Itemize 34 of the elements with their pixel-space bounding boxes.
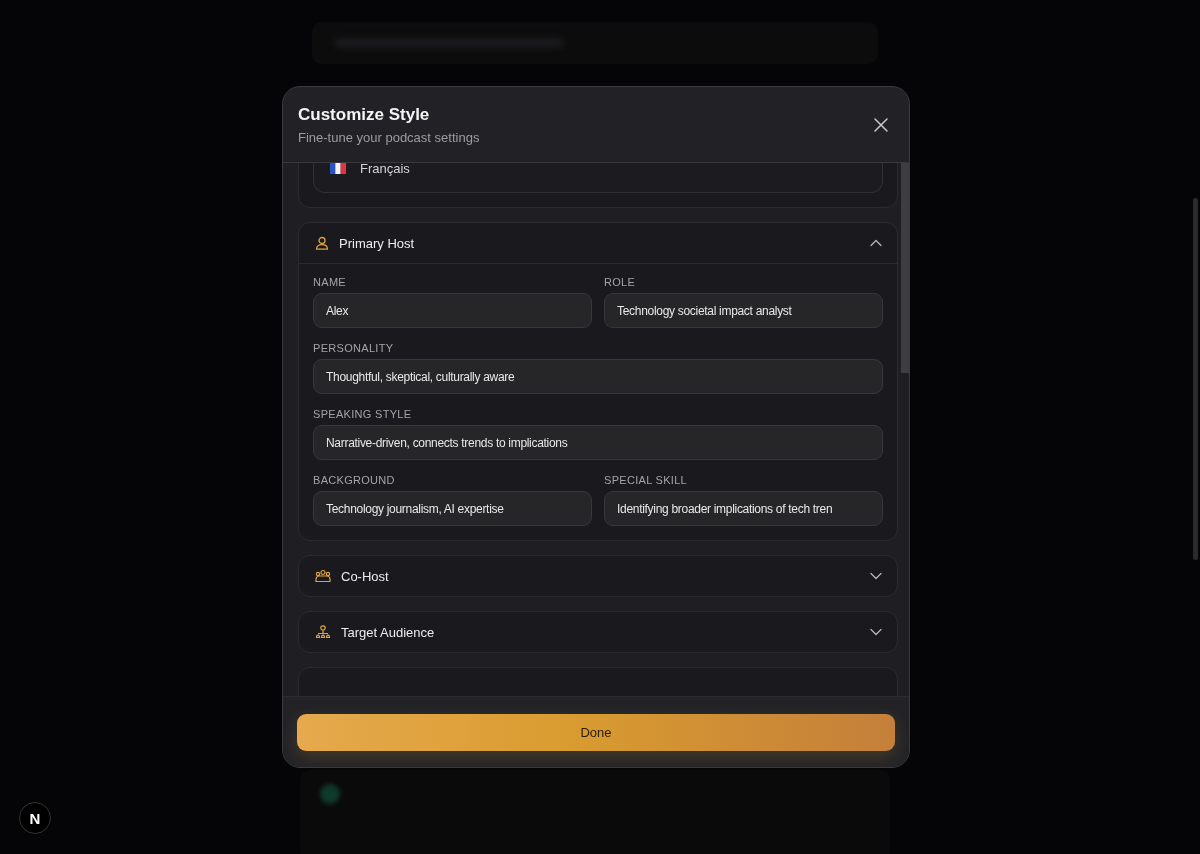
input-field[interactable]: Alex bbox=[313, 293, 592, 328]
language-label: Français bbox=[360, 163, 410, 176]
done-button[interactable]: Done bbox=[297, 713, 895, 751]
field-label: SPECIAL SKILL bbox=[604, 474, 688, 486]
dialog-subtitle: Fine-tune your podcast settings bbox=[298, 129, 480, 145]
field-label: PERSONALITY bbox=[313, 342, 395, 354]
scrollbar[interactable] bbox=[1193, 198, 1198, 560]
scrollbar[interactable] bbox=[901, 163, 909, 373]
chevron-up-icon bbox=[870, 239, 882, 247]
field-label: NAME bbox=[313, 276, 347, 288]
section-title: Target Audience bbox=[341, 624, 436, 640]
input-field[interactable]: Thoughtful, skeptical, culturally aware bbox=[313, 359, 883, 394]
section-title: Co-Host bbox=[341, 568, 390, 584]
chevron-down-icon bbox=[870, 572, 882, 580]
language-option[interactable]: Français bbox=[313, 163, 883, 193]
input-field[interactable]: Technology societal impact analyst bbox=[604, 293, 883, 328]
field-label: ROLE bbox=[604, 276, 637, 288]
people-group-icon bbox=[315, 569, 331, 583]
field-label: SPEAKING STYLE bbox=[313, 408, 413, 420]
input-field[interactable]: Identifying broader implications of tech tren bbox=[604, 491, 883, 526]
section-header[interactable]: Target Audience bbox=[299, 612, 897, 652]
input-field[interactable]: Narrative-driven, connects trends to implications bbox=[313, 425, 883, 460]
section-title: Primary Host bbox=[339, 235, 416, 251]
blurred-avatar-icon bbox=[320, 784, 340, 804]
section-header[interactable]: Co-Host bbox=[299, 556, 897, 596]
dialog-title: Customize Style bbox=[298, 104, 431, 125]
audience-icon bbox=[315, 625, 331, 639]
field-label: BACKGROUND bbox=[313, 474, 396, 486]
person-icon bbox=[315, 236, 329, 250]
input-field[interactable]: Technology journalism, AI expertise bbox=[313, 491, 592, 526]
logo-badge[interactable]: N bbox=[19, 802, 51, 834]
section-header[interactable]: Primary Host bbox=[299, 223, 897, 263]
chevron-down-icon bbox=[870, 628, 882, 636]
france-flag-icon bbox=[330, 163, 346, 174]
